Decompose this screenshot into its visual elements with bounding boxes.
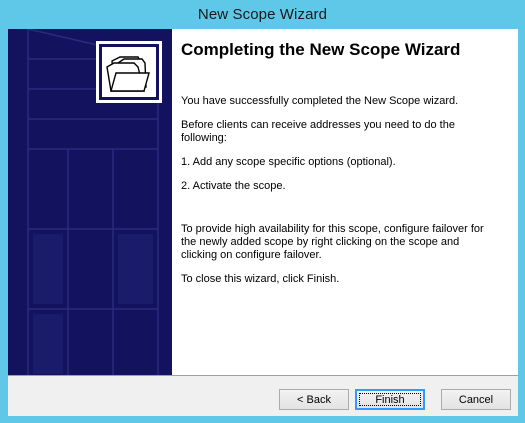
focus-rectangle [359, 393, 421, 406]
wizard-footer: < Back Finish Cancel [8, 376, 518, 416]
banner-artwork [27, 29, 162, 375]
back-button[interactable]: < Back [279, 389, 349, 410]
wizard-heading: Completing the New Scope Wizard [181, 40, 461, 59]
wizard-window: New Scope Wizard Completing the New Scop… [0, 0, 525, 423]
title-bar[interactable]: New Scope Wizard [0, 0, 525, 29]
cancel-button[interactable]: Cancel [441, 389, 511, 410]
wizard-content: Completing the New Scope Wizard You have… [172, 29, 518, 375]
before-text: Before clients can receive addresses you… [181, 119, 455, 144]
close-text: To close this wizard, click Finish. [181, 273, 340, 285]
window-title: New Scope Wizard [197, 6, 328, 23]
wizard-banner [8, 29, 172, 375]
step1-text: 1. Add any scope specific options (optio… [181, 156, 396, 168]
failover-text: To provide high availability for this sc… [181, 223, 484, 261]
folders-icon [96, 41, 162, 103]
step2-text: 2. Activate the scope. [181, 180, 286, 192]
wizard-client-area: Completing the New Scope Wizard You have… [8, 29, 518, 416]
success-text: You have successfully completed the New … [181, 95, 459, 107]
finish-button[interactable]: Finish [355, 389, 425, 410]
